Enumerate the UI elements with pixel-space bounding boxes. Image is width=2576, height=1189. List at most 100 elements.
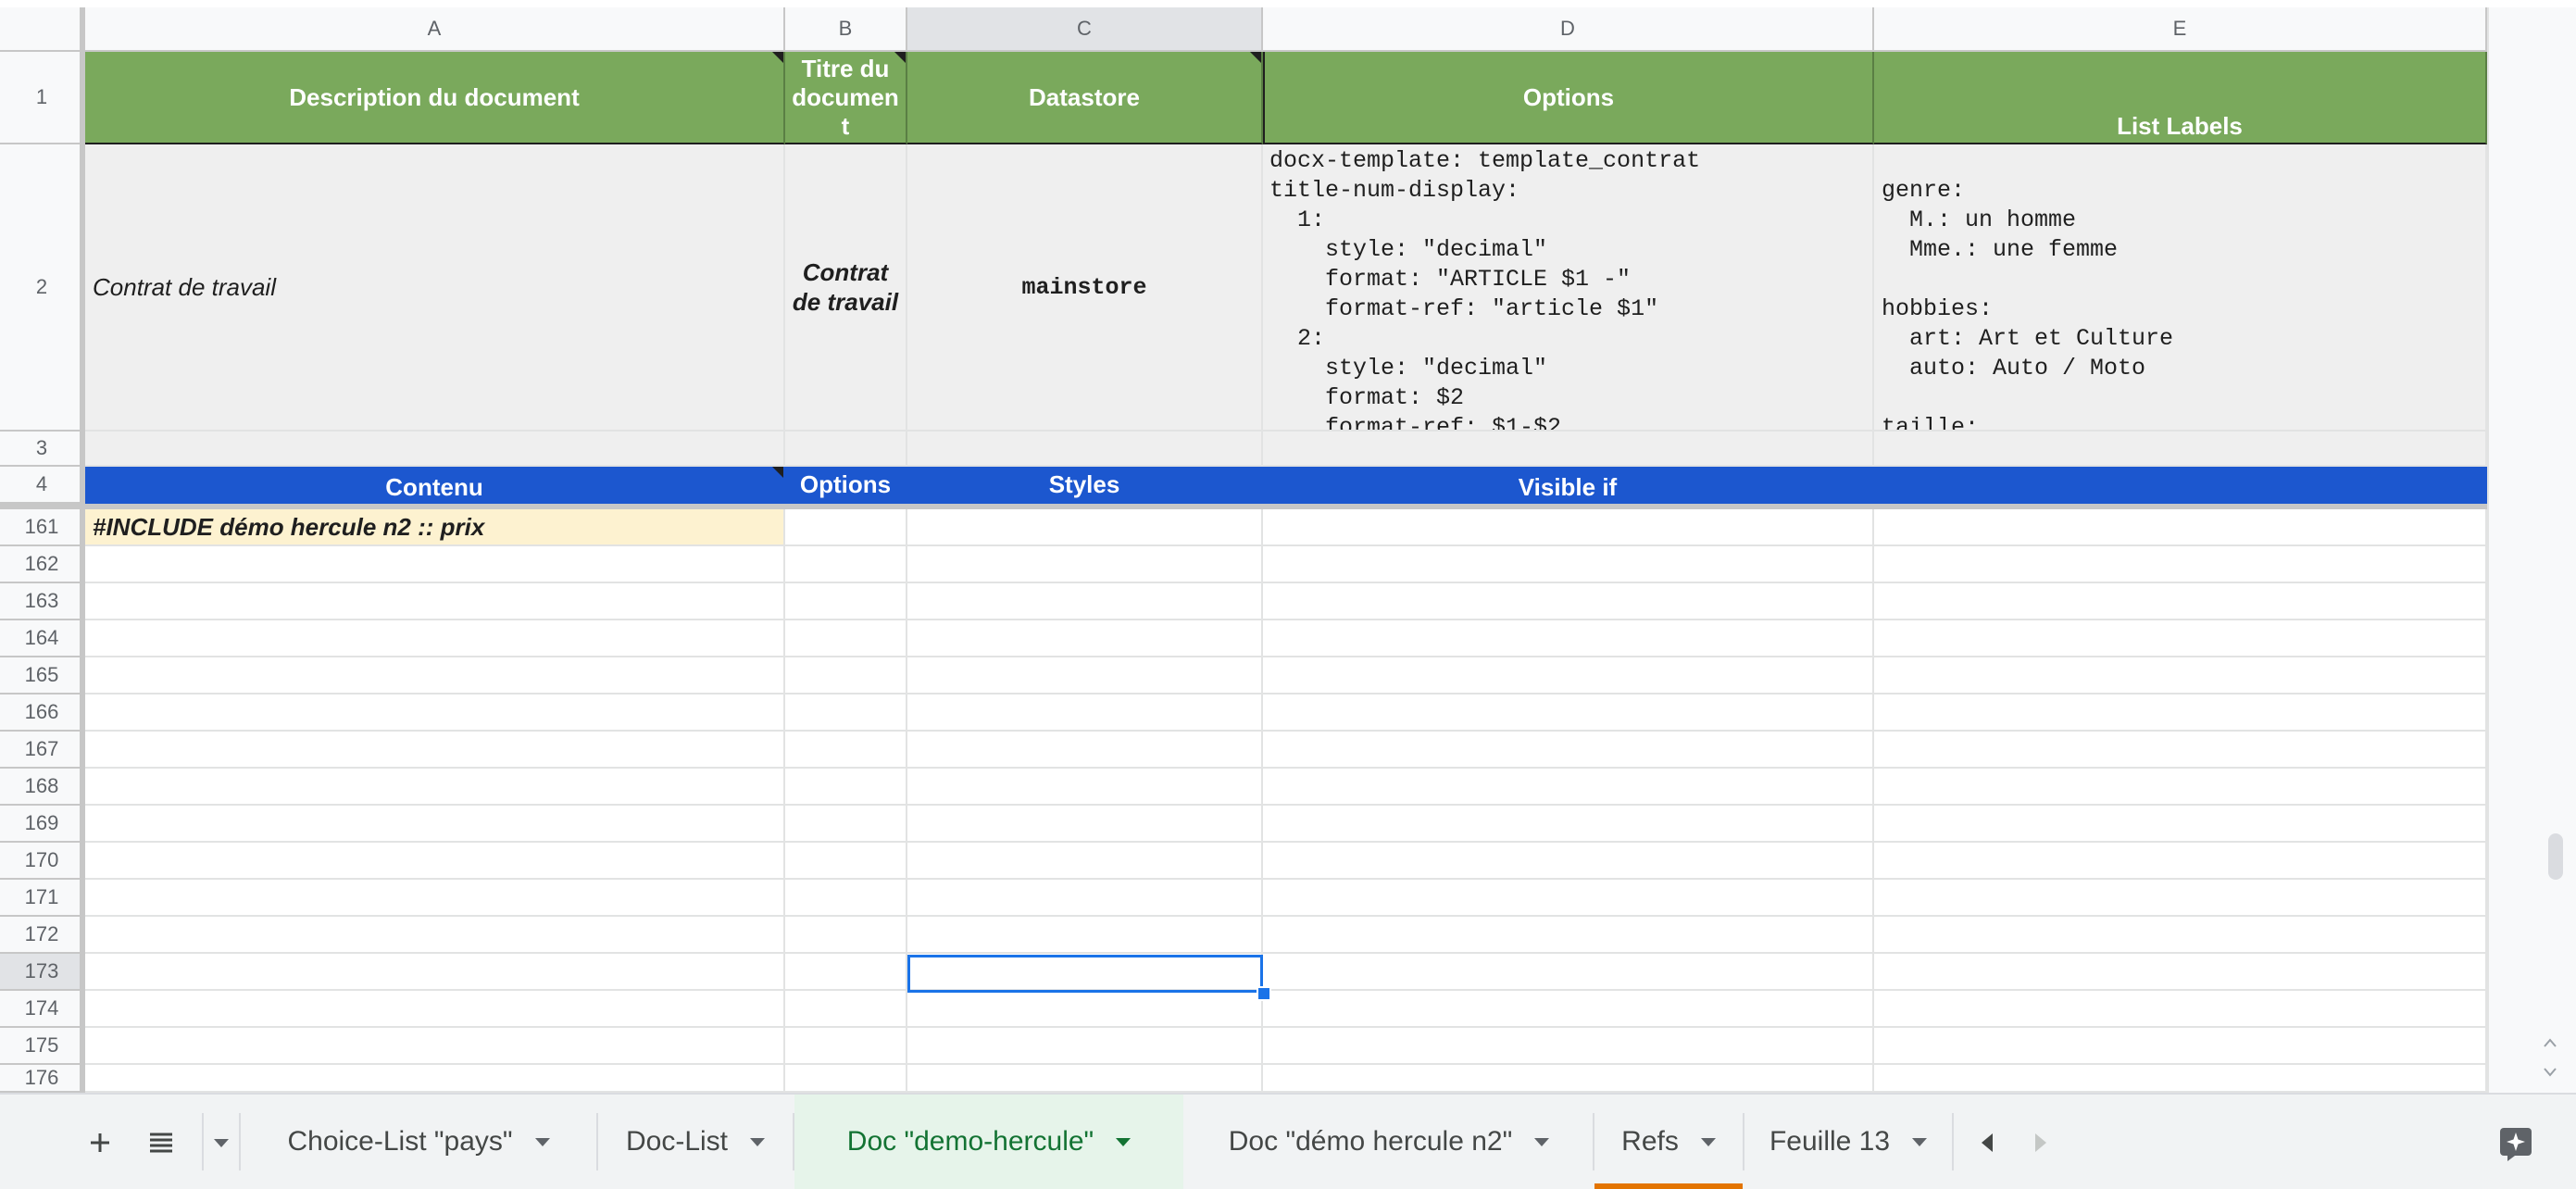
row-header-161[interactable]: 161: [0, 509, 85, 546]
row-header-2[interactable]: 2: [0, 144, 85, 432]
cell-c164[interactable]: [907, 620, 1263, 657]
cell-d164[interactable]: [1263, 620, 1874, 657]
column-header-d[interactable]: D: [1263, 7, 1874, 52]
tab-doc-demo-hercule-n2[interactable]: Doc "démo hercule n2": [1185, 1095, 1593, 1189]
cell-e163[interactable]: [1874, 583, 2487, 620]
row-header-176[interactable]: 176: [0, 1065, 85, 1093]
cell-a176[interactable]: [85, 1065, 785, 1093]
cell-e161[interactable]: [1874, 509, 2487, 546]
cell-e175[interactable]: [1874, 1028, 2487, 1065]
cell-e167[interactable]: [1874, 732, 2487, 769]
cell-c4[interactable]: Styles: [907, 467, 1263, 504]
cell-e162[interactable]: [1874, 546, 2487, 583]
chevron-down-icon[interactable]: [750, 1137, 766, 1146]
tab-choice-list-pays[interactable]: Choice-List "pays": [243, 1095, 594, 1189]
cell-b4[interactable]: Options: [785, 467, 907, 504]
row-header-163[interactable]: 163: [0, 583, 85, 620]
cell-b173[interactable]: [785, 954, 907, 991]
frozen-column-divider[interactable]: [80, 7, 85, 1093]
chevron-down-icon[interactable]: [1116, 1137, 1132, 1146]
scroll-up-icon[interactable]: [2541, 1033, 2559, 1052]
cell-e172[interactable]: [1874, 917, 2487, 954]
cell-c1[interactable]: Datastore: [907, 52, 1263, 144]
row-header-175[interactable]: 175: [0, 1028, 85, 1065]
cell-a163[interactable]: [85, 583, 785, 620]
cell-a1[interactable]: Description du document: [85, 52, 785, 144]
cell-e3[interactable]: [1874, 432, 2487, 467]
cell-c171[interactable]: [907, 880, 1263, 917]
cell-c172[interactable]: [907, 917, 1263, 954]
cell-d175[interactable]: [1263, 1028, 1874, 1065]
cell-b172[interactable]: [785, 917, 907, 954]
column-header-e[interactable]: E: [1874, 7, 2487, 52]
row-header-166[interactable]: 166: [0, 695, 85, 732]
triangle-right-icon[interactable]: [2020, 1120, 2061, 1165]
cell-d167[interactable]: [1263, 732, 1874, 769]
cell-c169[interactable]: [907, 806, 1263, 843]
cell-d170[interactable]: [1263, 843, 1874, 880]
cell-c175[interactable]: [907, 1028, 1263, 1065]
cell-b165[interactable]: [785, 657, 907, 695]
cell-b163[interactable]: [785, 583, 907, 620]
row-header-1[interactable]: 1: [0, 52, 85, 144]
cell-b170[interactable]: [785, 843, 907, 880]
cell-c174[interactable]: [907, 991, 1263, 1028]
chevron-down-icon[interactable]: [534, 1137, 550, 1146]
cell-b3[interactable]: [785, 432, 907, 467]
cell-a167[interactable]: [85, 732, 785, 769]
row-header-162[interactable]: 162: [0, 546, 85, 583]
frozen-row-divider[interactable]: [0, 504, 2487, 509]
cell-a171[interactable]: [85, 880, 785, 917]
explore-star-icon[interactable]: [2491, 1117, 2543, 1169]
cell-b161[interactable]: [785, 509, 907, 546]
cell-c168[interactable]: [907, 769, 1263, 806]
cell-b162[interactable]: [785, 546, 907, 583]
cell-d173[interactable]: [1263, 954, 1874, 991]
cell-d1[interactable]: Options: [1263, 52, 1874, 144]
cell-e173[interactable]: [1874, 954, 2487, 991]
cell-a175[interactable]: [85, 1028, 785, 1065]
plus-icon[interactable]: [78, 1120, 122, 1165]
cell-d163[interactable]: [1263, 583, 1874, 620]
cell-b168[interactable]: [785, 769, 907, 806]
cell-d174[interactable]: [1263, 991, 1874, 1028]
cell-b171[interactable]: [785, 880, 907, 917]
cell-b174[interactable]: [785, 991, 907, 1028]
cell-a166[interactable]: [85, 695, 785, 732]
row-header-3[interactable]: 3: [0, 432, 85, 467]
cell-d169[interactable]: [1263, 806, 1874, 843]
vertical-scroll-thumb[interactable]: [2548, 833, 2563, 880]
row-header-168[interactable]: 168: [0, 769, 85, 806]
cell-e164[interactable]: [1874, 620, 2487, 657]
spreadsheet-grid[interactable]: A B C D E 1 Description du document Titr…: [0, 0, 2576, 1187]
chevron-down-icon[interactable]: [1534, 1137, 1550, 1146]
chevron-down-icon[interactable]: [1700, 1137, 1716, 1146]
cell-e4[interactable]: [1874, 467, 2487, 504]
cell-d162[interactable]: [1263, 546, 1874, 583]
cell-e169[interactable]: [1874, 806, 2487, 843]
tab-doc-demo-hercule[interactable]: Doc "demo-hercule": [794, 1095, 1183, 1189]
cell-c3[interactable]: [907, 432, 1263, 467]
cell-a4[interactable]: Contenu: [85, 467, 785, 504]
cell-a169[interactable]: [85, 806, 785, 843]
cell-e176[interactable]: [1874, 1065, 2487, 1093]
cell-e171[interactable]: [1874, 880, 2487, 917]
triangle-left-icon[interactable]: [1967, 1120, 2007, 1165]
row-header-171[interactable]: 171: [0, 880, 85, 917]
cell-c167[interactable]: [907, 732, 1263, 769]
cell-e170[interactable]: [1874, 843, 2487, 880]
vertical-scrollbar[interactable]: [2487, 7, 2576, 1093]
cell-d176[interactable]: [1263, 1065, 1874, 1093]
cell-c163[interactable]: [907, 583, 1263, 620]
tab-feuille-13[interactable]: Feuille 13: [1744, 1095, 1952, 1189]
column-header-a[interactable]: A: [85, 7, 785, 52]
cell-d171[interactable]: [1263, 880, 1874, 917]
cell-b2[interactable]: Contrat de travail: [785, 144, 907, 432]
cell-c166[interactable]: [907, 695, 1263, 732]
row-header-4[interactable]: 4: [0, 467, 85, 504]
cell-e174[interactable]: [1874, 991, 2487, 1028]
cell-e1[interactable]: List Labels: [1874, 52, 2487, 144]
cell-a173[interactable]: [85, 954, 785, 991]
cell-a2[interactable]: Contrat de travail: [85, 144, 785, 432]
cell-c170[interactable]: [907, 843, 1263, 880]
